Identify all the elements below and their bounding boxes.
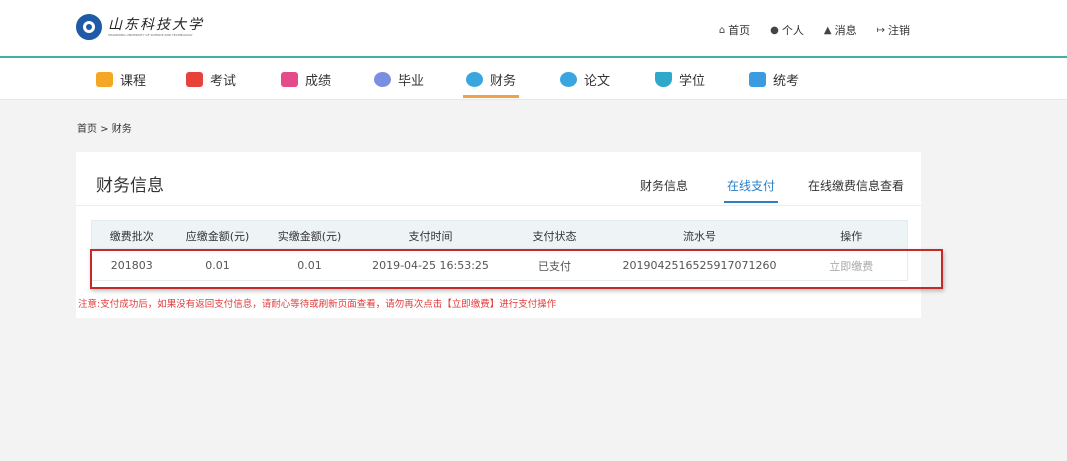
profile-link[interactable]: ● 个人 [770,22,804,38]
logo-chinese-name: 山东科技大学 [108,16,204,33]
home-link[interactable]: ⌂ 首页 [719,22,750,38]
logout-link-label: 注销 [888,24,910,37]
logout-icon: ↦ [876,24,885,36]
user-icon: ● [770,24,779,36]
top-links: ⌂ 首页 ● 个人 ▲ 消息 ↦ 注销 [699,22,910,38]
messages-link-label: 消息 [834,24,857,37]
finance-card: 财务信息 财务信息 在线支付 在线缴费信息查看 缴费批次 应缴金额(元) 实缴金… [76,152,921,318]
bell-icon: ▲ [823,24,832,36]
home-link-label: 首页 [728,24,751,37]
messages-link[interactable]: ▲ 消息 [824,22,857,38]
nav-item-label: 统考 [773,73,800,89]
nav-item-label: 毕业 [398,73,425,89]
nav-item-course[interactable]: 课程 [96,58,146,100]
column-header: 操作 [795,220,908,251]
tab-finance-info[interactable]: 财务信息 [640,177,688,194]
column-header: 实缴金额(元) [263,220,356,251]
breadcrumb[interactable]: 首页 > 财务 [77,120,132,135]
payment-notice: 注意:支付成功后，如果没有返回支付信息，请耐心等待或刷新页面查看，请勿再次点击【… [78,299,557,310]
nav-item-label: 论文 [584,73,611,89]
nav-item-label: 成绩 [305,73,332,89]
nav-item-graduation[interactable]: 毕业 [374,58,424,100]
nav-item-label: 财务 [490,73,517,89]
nav-item-degree[interactable]: 学位 [655,58,705,100]
column-header: 支付状态 [505,220,604,251]
exam-icon [186,71,203,87]
tab-online-payment[interactable]: 在线支付 [723,177,779,203]
nav-item-unified-exam[interactable]: 统考 [749,58,799,100]
nav-item-label: 学位 [679,73,706,89]
unified-exam-icon [749,71,766,87]
university-logo[interactable]: 山东科技大学 SHANDONG UNIVERSITY OF SCIENCE AN… [76,14,204,40]
university-emblem-icon [76,14,102,40]
highlight-annotation-box [90,249,943,289]
tab-payment-records[interactable]: 在线缴费信息查看 [808,177,904,194]
thesis-icon [560,71,577,87]
logout-link[interactable]: ↦ 注销 [877,22,910,38]
table-header-row: 缴费批次 应缴金额(元) 实缴金额(元) 支付时间 支付状态 流水号 操作 [91,220,908,251]
logo-english-name: SHANDONG UNIVERSITY OF SCIENCE AND TECHN… [108,32,193,37]
main-nav: 课程 考试 成绩 毕业 财务 论文 学位 统考 [0,58,1067,100]
column-header: 支付时间 [355,220,506,251]
card-divider [76,205,921,206]
course-icon [96,71,113,87]
home-icon: ⌂ [718,24,726,36]
top-bar: 山东科技大学 SHANDONG UNIVERSITY OF SCIENCE AN… [0,0,1067,56]
logo-text: 山东科技大学 SHANDONG UNIVERSITY OF SCIENCE AN… [108,17,204,38]
finance-icon [466,71,483,87]
nav-item-grades[interactable]: 成绩 [281,58,331,100]
graduation-icon [374,71,391,87]
column-header: 应缴金额(元) [171,220,264,251]
page-title: 财务信息 [96,176,164,196]
nav-item-thesis[interactable]: 论文 [560,58,610,100]
nav-item-label: 考试 [210,73,237,89]
profile-link-label: 个人 [781,24,804,37]
column-header: 流水号 [603,220,796,251]
grade-icon [281,71,298,87]
nav-item-label: 课程 [120,73,147,89]
degree-icon [655,71,672,87]
nav-item-exam[interactable]: 考试 [186,58,236,100]
column-header: 缴费批次 [91,220,172,251]
nav-item-finance[interactable]: 财务 [462,58,520,100]
